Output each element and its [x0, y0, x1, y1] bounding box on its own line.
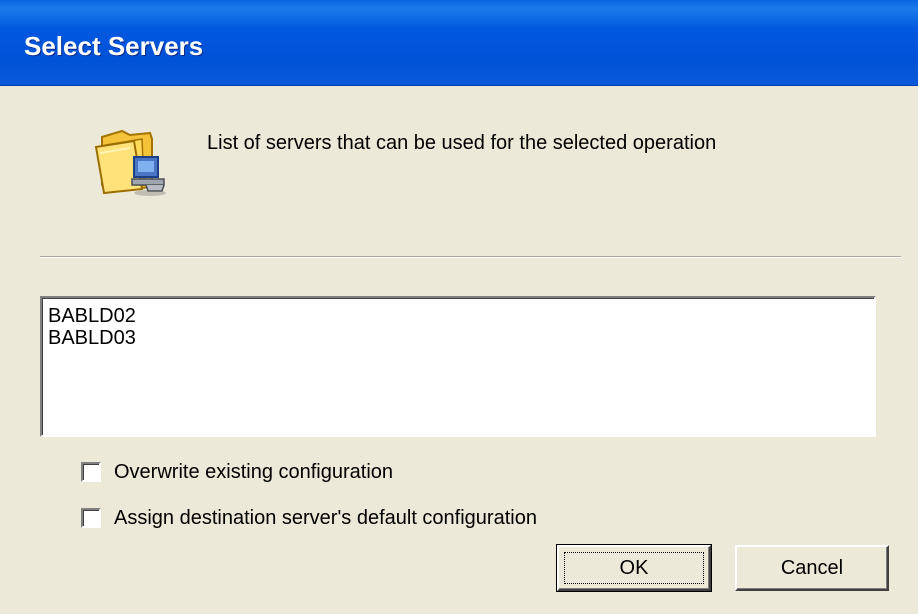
cancel-button-label: Cancel — [780, 556, 844, 579]
focus-rectangle — [564, 552, 704, 584]
overwrite-checkbox[interactable] — [81, 462, 101, 482]
separator-line — [40, 256, 901, 258]
description-text: List of servers that can be used for the… — [207, 132, 717, 154]
folder-computer-icon — [94, 129, 166, 196]
overwrite-option[interactable]: Overwrite existing configuration — [81, 459, 393, 485]
assign-default-option[interactable]: Assign destination server's default conf… — [81, 505, 537, 531]
title-bar[interactable]: Select Servers — [0, 0, 918, 86]
cancel-button[interactable]: Cancel — [735, 545, 889, 591]
ok-button[interactable]: OK — [556, 544, 712, 592]
window-title: Select Servers — [24, 31, 204, 61]
list-item[interactable]: BABLD02 — [48, 305, 874, 327]
assign-default-checkbox[interactable] — [81, 508, 101, 528]
assign-default-label[interactable]: Assign destination server's default conf… — [114, 506, 537, 530]
server-listbox[interactable]: BABLD02 BABLD03 — [40, 296, 876, 437]
list-item[interactable]: BABLD03 — [48, 327, 874, 349]
overwrite-label[interactable]: Overwrite existing configuration — [114, 460, 393, 484]
